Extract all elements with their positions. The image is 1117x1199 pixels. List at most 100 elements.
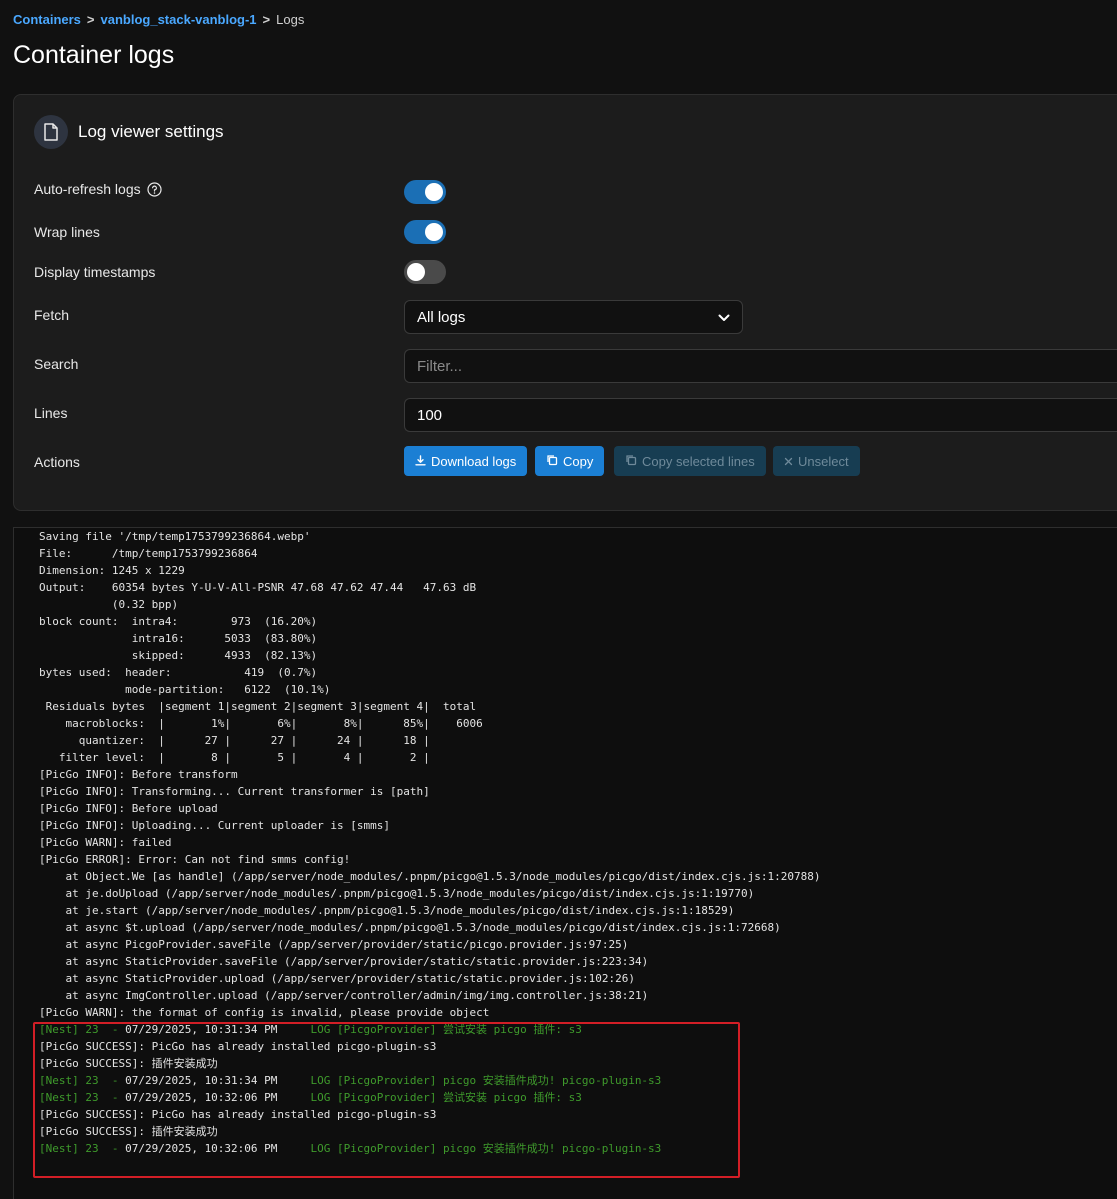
log-viewer-settings-card: Log viewer settings Auto-refresh logs Wr… bbox=[13, 94, 1117, 511]
log-line[interactable]: [PicGo INFO]: Before upload bbox=[39, 800, 820, 817]
log-lines: Saving file '/tmp/temp1753799236864.webp… bbox=[39, 528, 820, 1157]
auto-refresh-label: Auto-refresh logs bbox=[34, 181, 141, 197]
log-line[interactable]: Saving file '/tmp/temp1753799236864.webp… bbox=[39, 528, 820, 545]
lines-input[interactable]: 100 bbox=[404, 398, 1117, 432]
document-icon bbox=[34, 115, 68, 149]
display-timestamps-toggle[interactable] bbox=[404, 260, 446, 284]
log-line[interactable]: quantizer: | 27 | 27 | 24 | 18 | bbox=[39, 732, 820, 749]
log-line-message: LOG [PicgoProvider] picgo 安装插件成功! picgo-… bbox=[277, 1142, 662, 1155]
auto-refresh-toggle[interactable] bbox=[404, 180, 446, 204]
copy-selected-lines-label: Copy selected lines bbox=[642, 453, 755, 469]
log-line[interactable]: Output: 60354 bytes Y-U-V-All-PSNR 47.68… bbox=[39, 579, 820, 596]
log-line[interactable]: at async PicgoProvider.saveFile (/app/se… bbox=[39, 936, 820, 953]
download-icon bbox=[415, 454, 426, 469]
log-line[interactable]: [PicGo SUCCESS]: 插件安装成功 bbox=[39, 1123, 820, 1140]
log-line[interactable]: at Object.We [as handle] (/app/server/no… bbox=[39, 868, 820, 885]
log-line-prefix: [Nest] 23 - bbox=[39, 1023, 126, 1036]
log-line[interactable]: skipped: 4933 (82.13%) bbox=[39, 647, 820, 664]
log-line-prefix: [Nest] 23 - bbox=[39, 1091, 126, 1104]
log-line[interactable]: at async $t.upload (/app/server/node_mod… bbox=[39, 919, 820, 936]
copy-label: Copy bbox=[563, 453, 594, 469]
copy-button[interactable]: Copy bbox=[535, 446, 605, 476]
log-line[interactable]: macroblocks: | 1%| 6%| 8%| 85%| 6006 bbox=[39, 715, 820, 732]
display-timestamps-label: Display timestamps bbox=[34, 264, 156, 280]
log-line[interactable]: [PicGo INFO]: Before transform bbox=[39, 766, 820, 783]
unselect-button[interactable]: Unselect bbox=[773, 446, 860, 476]
log-line-timestamp: 07/29/2025, 10:31:34 PM bbox=[125, 1023, 278, 1036]
settings-header: Log viewer settings bbox=[34, 115, 224, 149]
log-line-message: LOG [PicgoProvider] 尝试安装 picgo 插件: s3 bbox=[277, 1023, 582, 1036]
log-line[interactable]: Residuals bytes |segment 1|segment 2|seg… bbox=[39, 698, 820, 715]
log-line[interactable]: mode-partition: 6122 (10.1%) bbox=[39, 681, 820, 698]
chevron-down-icon bbox=[718, 309, 730, 326]
search-input[interactable]: Filter... bbox=[404, 349, 1117, 383]
log-line[interactable]: [Nest] 23 - 07/29/2025, 10:32:06 PM LOG … bbox=[39, 1089, 820, 1106]
unselect-label: Unselect bbox=[798, 453, 849, 469]
log-line[interactable]: [PicGo WARN]: failed bbox=[39, 834, 820, 851]
search-row: Search bbox=[34, 356, 78, 372]
lines-label: Lines bbox=[34, 405, 68, 421]
fetch-select[interactable]: All logs bbox=[404, 300, 743, 334]
display-timestamps-row: Display timestamps bbox=[34, 264, 155, 280]
log-line-timestamp: 07/29/2025, 10:32:06 PM bbox=[125, 1091, 278, 1104]
log-line-message: LOG [PicgoProvider] picgo 安装插件成功! picgo-… bbox=[277, 1074, 662, 1087]
log-line[interactable]: at je.doUpload (/app/server/node_modules… bbox=[39, 885, 820, 902]
wrap-lines-label: Wrap lines bbox=[34, 224, 100, 240]
log-line-timestamp: 07/29/2025, 10:32:06 PM bbox=[125, 1142, 278, 1155]
log-line[interactable]: [Nest] 23 - 07/29/2025, 10:31:34 PM LOG … bbox=[39, 1072, 820, 1089]
breadcrumb-container-link[interactable]: vanblog_stack-vanblog-1 bbox=[101, 12, 257, 27]
log-line-timestamp: 07/29/2025, 10:31:34 PM bbox=[125, 1074, 278, 1087]
toggle-knob bbox=[425, 183, 443, 201]
page-title: Container logs bbox=[13, 41, 175, 69]
log-line[interactable]: Dimension: 1245 x 1229 bbox=[39, 562, 820, 579]
log-line[interactable]: [Nest] 23 - 07/29/2025, 10:31:34 PM LOG … bbox=[39, 1021, 820, 1038]
log-line[interactable]: block count: intra4: 973 (16.20%) bbox=[39, 613, 820, 630]
log-line[interactable]: [PicGo SUCCESS]: 插件安装成功 bbox=[39, 1055, 820, 1072]
close-icon bbox=[784, 454, 793, 469]
log-line-prefix: [Nest] 23 - bbox=[39, 1142, 126, 1155]
log-line[interactable]: [PicGo SUCCESS]: PicGo has already insta… bbox=[39, 1106, 820, 1123]
download-logs-button[interactable]: Download logs bbox=[404, 446, 528, 476]
auto-refresh-row: Auto-refresh logs bbox=[34, 181, 162, 197]
copy-selected-lines-button[interactable]: Copy selected lines bbox=[614, 446, 766, 476]
log-line[interactable]: [PicGo INFO]: Transforming... Current tr… bbox=[39, 783, 820, 800]
actions-row: Actions bbox=[34, 454, 80, 470]
fetch-selected-value: All logs bbox=[417, 308, 466, 326]
lines-row: Lines bbox=[34, 405, 67, 421]
log-line[interactable]: bytes used: header: 419 (0.7%) bbox=[39, 664, 820, 681]
toggle-knob bbox=[425, 223, 443, 241]
copy-icon bbox=[546, 454, 558, 469]
log-line[interactable]: at je.start (/app/server/node_modules/.p… bbox=[39, 902, 820, 919]
settings-title: Log viewer settings bbox=[78, 122, 224, 141]
breadcrumb-current: Logs bbox=[276, 12, 305, 27]
log-line[interactable]: (0.32 bpp) bbox=[39, 596, 820, 613]
breadcrumb-separator: > bbox=[262, 12, 271, 27]
log-line[interactable]: at async StaticProvider.saveFile (/app/s… bbox=[39, 953, 820, 970]
log-line[interactable]: [PicGo WARN]: the format of config is in… bbox=[39, 1004, 820, 1021]
breadcrumb-containers-link[interactable]: Containers bbox=[13, 12, 81, 27]
copy-icon bbox=[625, 454, 637, 469]
breadcrumb-separator: > bbox=[86, 12, 95, 27]
toggle-knob bbox=[407, 263, 425, 281]
log-line[interactable]: [Nest] 23 - 07/29/2025, 10:32:06 PM LOG … bbox=[39, 1140, 820, 1157]
wrap-lines-toggle[interactable] bbox=[404, 220, 446, 244]
wrap-lines-row: Wrap lines bbox=[34, 224, 100, 240]
search-label: Search bbox=[34, 356, 79, 372]
help-icon[interactable] bbox=[147, 181, 162, 197]
log-line[interactable]: at async StaticProvider.upload (/app/ser… bbox=[39, 970, 820, 987]
fetch-label: Fetch bbox=[34, 307, 70, 323]
log-line[interactable]: at async ImgController.upload (/app/serv… bbox=[39, 987, 820, 1004]
log-line[interactable]: [PicGo INFO]: Uploading... Current uploa… bbox=[39, 817, 820, 834]
log-output-panel[interactable]: Saving file '/tmp/temp1753799236864.webp… bbox=[13, 527, 1117, 1199]
log-line[interactable]: filter level: | 8 | 5 | 4 | 2 | bbox=[39, 749, 820, 766]
log-line[interactable]: [PicGo ERROR]: Error: Can not find smms … bbox=[39, 851, 820, 868]
log-line-prefix: [Nest] 23 - bbox=[39, 1074, 126, 1087]
fetch-row: Fetch bbox=[34, 307, 69, 323]
log-line[interactable]: File: /tmp/temp1753799236864 bbox=[39, 545, 820, 562]
actions-label: Actions bbox=[34, 454, 80, 470]
download-logs-label: Download logs bbox=[431, 453, 517, 469]
log-line-message: LOG [PicgoProvider] 尝试安装 picgo 插件: s3 bbox=[277, 1091, 582, 1104]
log-line[interactable]: intra16: 5033 (83.80%) bbox=[39, 630, 820, 647]
log-line[interactable]: [PicGo SUCCESS]: PicGo has already insta… bbox=[39, 1038, 820, 1055]
breadcrumb: Containers > vanblog_stack-vanblog-1 > L… bbox=[13, 12, 304, 27]
